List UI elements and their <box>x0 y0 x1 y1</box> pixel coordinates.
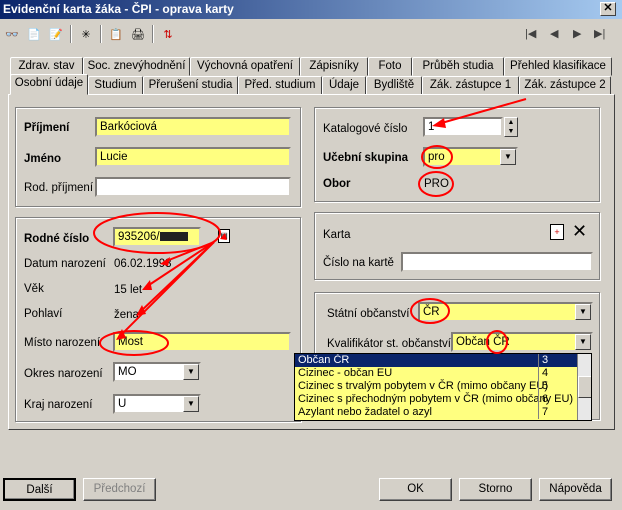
first-name-label: Jméno <box>24 153 62 165</box>
tab-pred-studium[interactable]: Před. studium <box>238 76 322 95</box>
asterisk-icon[interactable]: ✳ <box>75 23 97 45</box>
qualifier-dropdown-list[interactable]: Občan ČR 3 Cizinec - občan EU 4 Cizinec s … <box>294 353 592 421</box>
swap-icon[interactable]: ⇅ <box>157 23 179 45</box>
chevron-down-icon[interactable]: ▼ <box>500 149 516 165</box>
study-group-select[interactable]: pro ▼ <box>423 147 518 167</box>
first-name-field[interactable]: Lucie <box>95 147 291 167</box>
toolbar-separator <box>152 25 154 43</box>
copy-doc-icon[interactable]: 📄 <box>23 23 45 45</box>
branch-value: PRO <box>424 178 449 190</box>
chevron-down-icon[interactable]: ▼ <box>575 304 591 320</box>
catalog-number-label: Katalogové číslo <box>323 123 408 135</box>
card-delete-icon[interactable]: ✕ <box>572 222 587 240</box>
chevron-down-icon[interactable]: ▼ <box>183 396 199 412</box>
tab-zapisniky[interactable]: Zápisníky <box>300 57 368 76</box>
birth-place-label: Místo narození <box>24 337 101 349</box>
card-label: Karta <box>323 229 351 241</box>
card-add-icon[interactable]: + <box>550 224 564 240</box>
toolbar-separator <box>70 25 72 43</box>
tab-osobni-udaje[interactable]: Osobní údaje <box>10 74 88 95</box>
birth-district-label: Okres narození <box>24 368 103 380</box>
binoculars-icon[interactable]: 👓 <box>1 23 23 45</box>
nav-first-icon[interactable]: |◀ <box>525 27 536 40</box>
help-button[interactable]: Nápověda <box>539 478 612 501</box>
app-window: Evidenční karta žáka - ČPI - oprava kart… <box>0 0 622 510</box>
tab-prehled-klasifikace[interactable]: Přehled klasifikace <box>504 57 612 76</box>
birth-region-label: Kraj narození <box>24 399 93 411</box>
card-number-label: Číslo na kartě <box>323 257 394 269</box>
dropdown-scrollbar[interactable] <box>577 354 591 420</box>
sex-label: Pohlaví <box>24 308 63 320</box>
age-value: 15 let <box>114 284 143 296</box>
card-number-field[interactable] <box>401 252 593 272</box>
citizenship-label: Státní občanství <box>327 308 410 320</box>
redaction <box>159 232 188 242</box>
birth-number-label: Rodné číslo <box>24 233 90 245</box>
tab-studium[interactable]: Studium <box>88 76 143 95</box>
birth-region-select[interactable]: U ▼ <box>113 394 201 414</box>
study-group-label: Učební skupina <box>323 152 408 164</box>
birth-number-field[interactable]: 935206/ <box>113 227 201 247</box>
catalog-number-spinner[interactable]: ▲ ▼ <box>504 117 518 137</box>
sex-value: žena <box>114 309 139 321</box>
chevron-down-icon[interactable]: ▼ <box>575 334 591 350</box>
nav-last-icon[interactable]: ▶| <box>594 27 605 40</box>
previous-button[interactable]: Předchozí <box>83 478 156 501</box>
tab-preruseni-studia[interactable]: Přerušení studia <box>143 76 238 95</box>
birth-date-value: 06.02.1993 <box>114 258 172 270</box>
next-button[interactable]: Další <box>3 478 76 501</box>
citizenship-value: ČR <box>423 306 440 318</box>
toolbar-separator <box>100 25 102 43</box>
catalog-number-field[interactable]: 1 <box>423 117 503 137</box>
forms-icon[interactable]: 📋 <box>105 23 127 45</box>
window-title: Evidenční karta žáka - ČPI - oprava kart… <box>0 0 622 19</box>
citizenship-select[interactable]: ČR ▼ <box>418 302 593 322</box>
copy-icon[interactable]: ▤ <box>218 229 230 243</box>
list-item[interactable]: Cizinec s trvalým pobytem v ČR (mimo obč… <box>295 380 591 393</box>
print-icon[interactable]: 🖨 <box>127 23 149 45</box>
birth-region-value: U <box>118 398 127 410</box>
birth-place-field[interactable]: Most <box>113 332 291 352</box>
tab-zak-zastupce-2[interactable]: Zák. zástupce 2 <box>519 76 611 95</box>
tab-bydliste[interactable]: Bydliště <box>366 76 422 95</box>
birth-district-select[interactable]: MO ▼ <box>113 362 201 382</box>
tab-udaje[interactable]: Údaje <box>322 76 366 95</box>
birth-surname-field[interactable] <box>95 177 291 197</box>
citizenship-qualifier-value: Občan ČR <box>456 336 510 348</box>
study-group-value: pro <box>428 151 445 163</box>
close-icon[interactable]: ✕ <box>600 2 616 16</box>
nav-next-icon[interactable]: ▶ <box>573 27 581 40</box>
citizenship-qualifier-select[interactable]: Občan ČR ▼ <box>451 332 593 352</box>
chevron-down-icon[interactable]: ▼ <box>183 364 199 380</box>
scrollbar-thumb[interactable] <box>578 376 591 398</box>
list-item[interactable]: Cizinec s přechodným pobytem v ČR (mimo … <box>295 393 591 406</box>
birth-district-value: MO <box>118 366 137 378</box>
ok-button[interactable]: OK <box>379 478 452 501</box>
birth-number-value: 935206/ <box>118 231 160 243</box>
branch-label: Obor <box>323 178 351 190</box>
age-label: Věk <box>24 283 44 295</box>
tab-prubeh-studia[interactable]: Průběh studia <box>412 57 504 76</box>
list-item[interactable]: Azylant nebo žadatel o azyl 7 <box>295 406 591 419</box>
surname-label: Příjmení <box>24 122 70 134</box>
surname-field[interactable]: Barkóciová <box>95 117 291 137</box>
citizenship-qualifier-label: Kvalifikátor st. občanství <box>327 338 451 350</box>
tab-vychovna-opatreni[interactable]: Výchovná opatření <box>190 57 300 76</box>
list-item[interactable]: Občan ČR 3 <box>295 354 591 367</box>
birth-date-label: Datum narození <box>24 258 106 270</box>
birth-surname-label: Rod. příjmení <box>24 182 94 194</box>
edit-doc-icon[interactable]: 📝 <box>45 23 67 45</box>
tab-foto[interactable]: Foto <box>368 57 412 76</box>
nav-prev-icon[interactable]: ◀ <box>550 27 558 40</box>
list-item[interactable]: Cizinec - občan EU 4 <box>295 367 591 380</box>
tab-soc-znevyhodneni[interactable]: Soc. znevýhodnění <box>83 57 190 76</box>
cancel-button[interactable]: Storno <box>459 478 532 501</box>
tab-zak-zastupce-1[interactable]: Zák. zástupce 1 <box>422 76 519 95</box>
